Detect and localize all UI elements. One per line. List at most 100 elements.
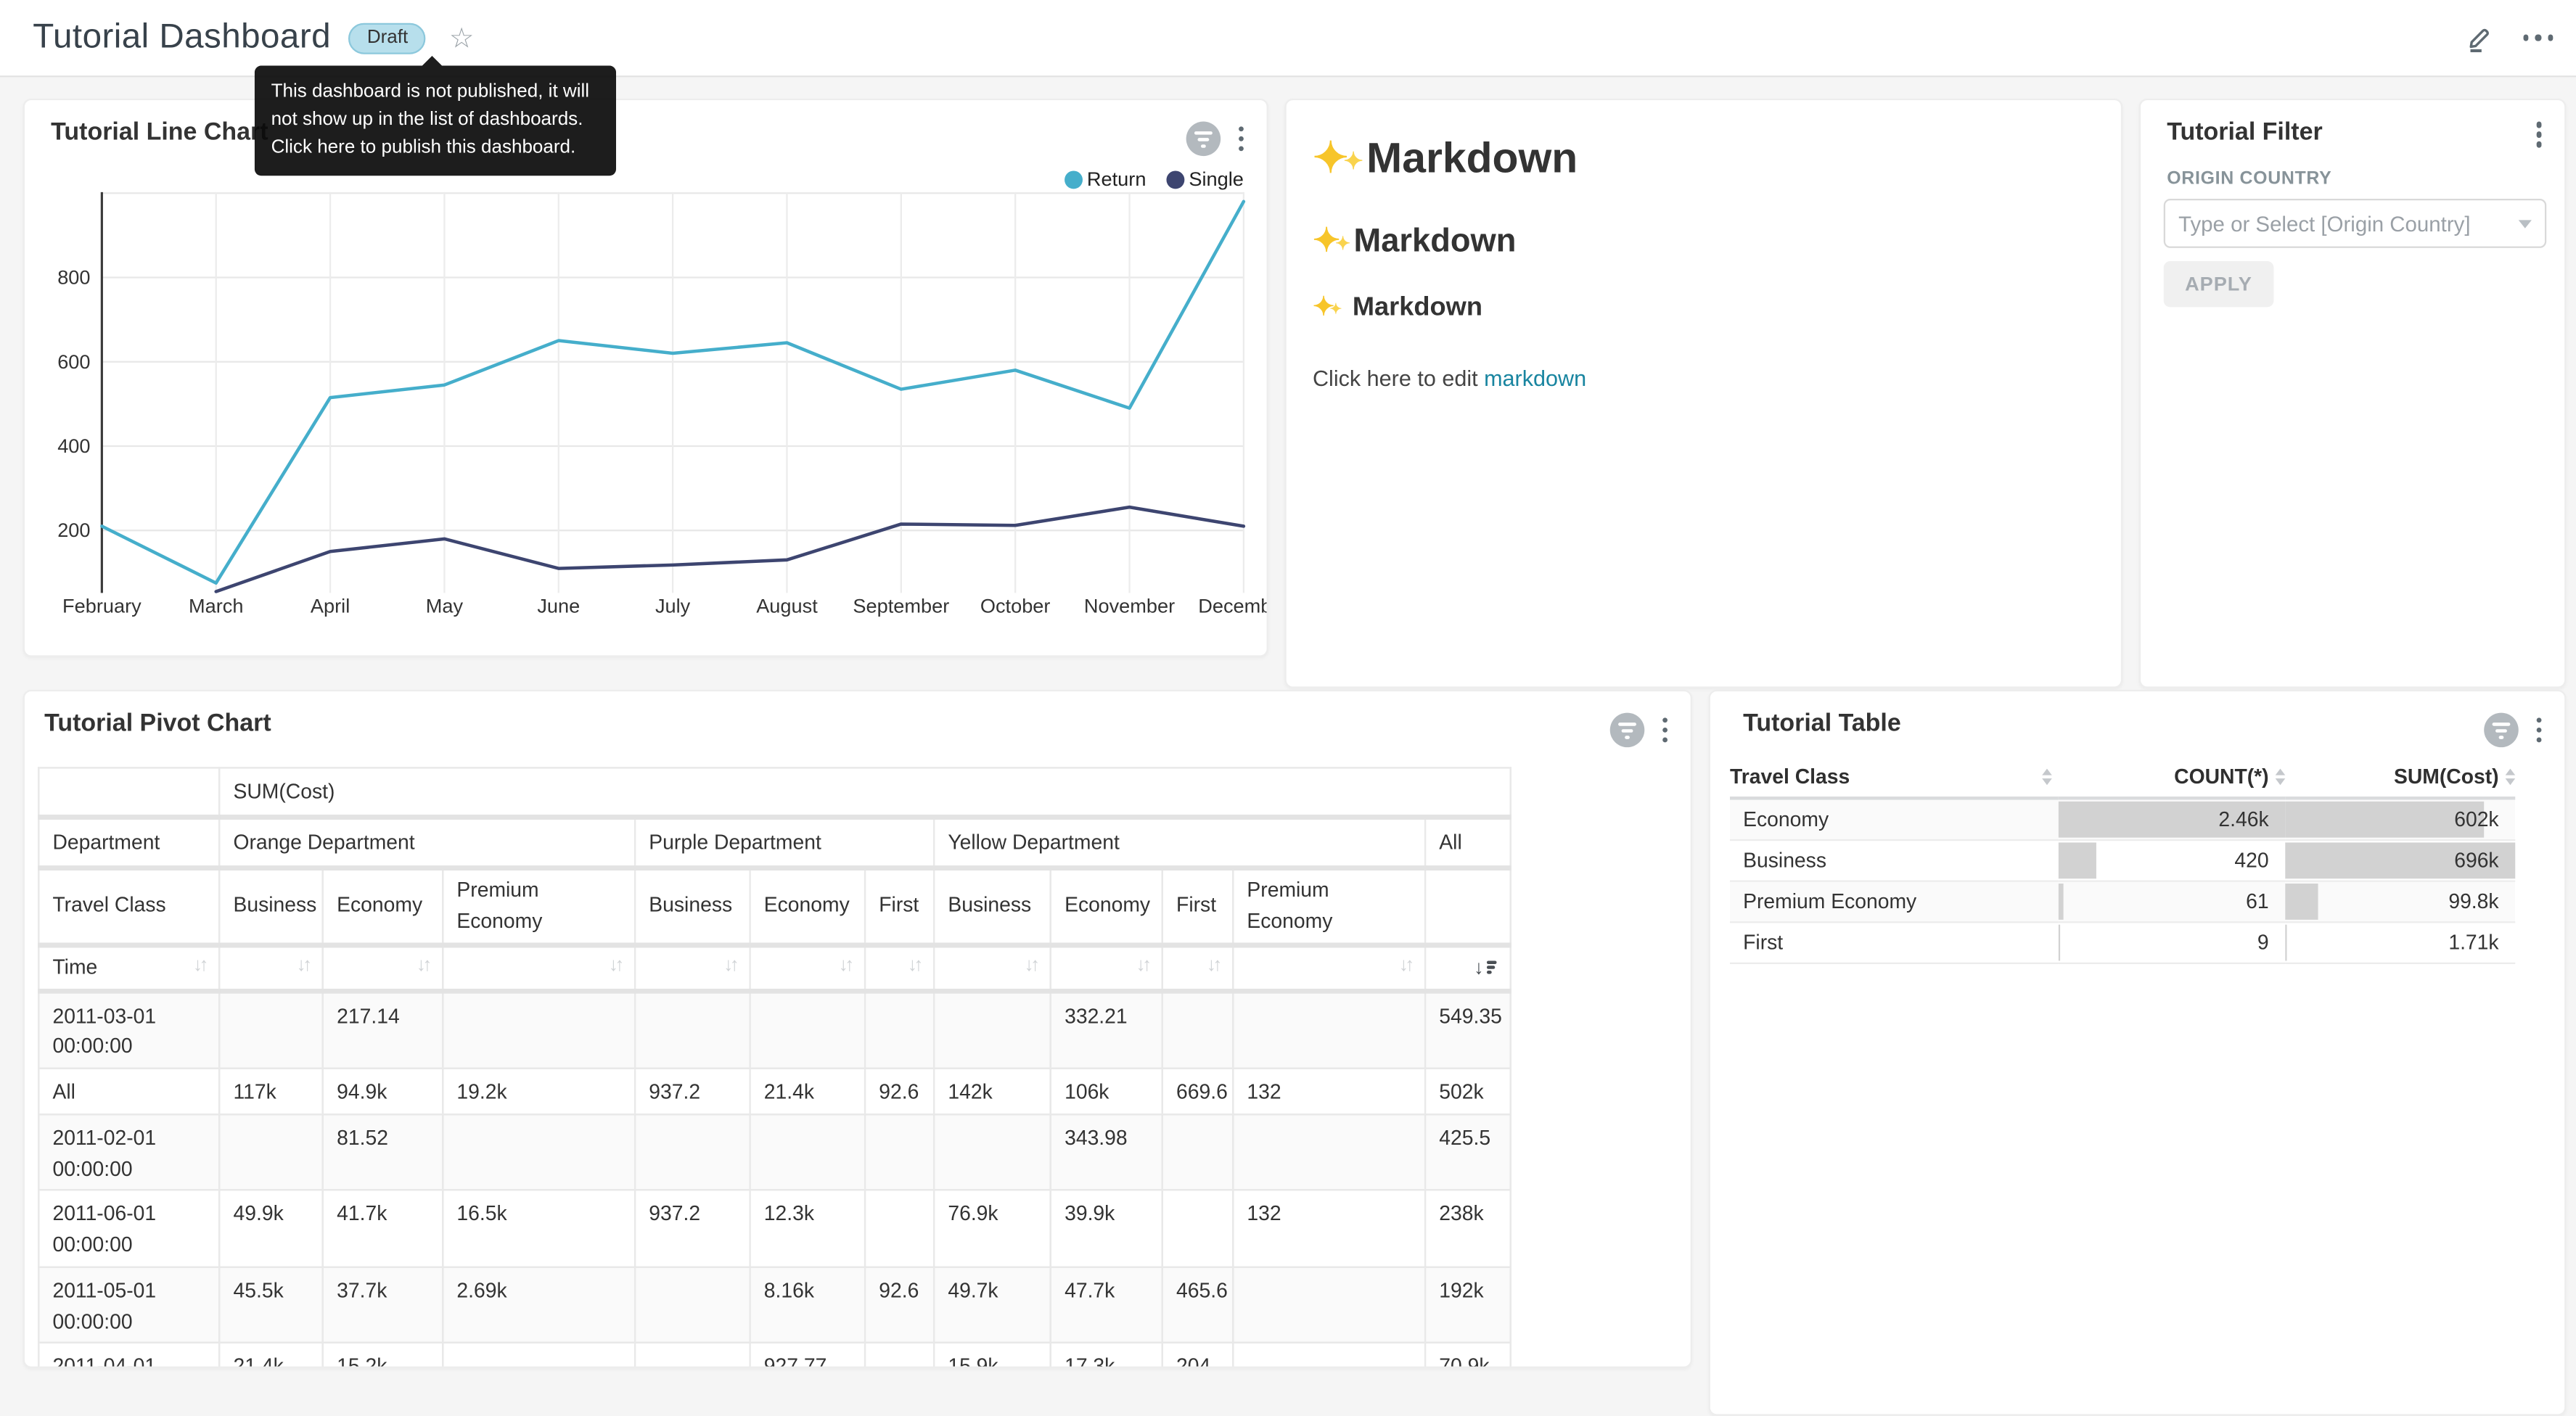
pivot-value-cell[interactable] xyxy=(443,1343,635,1368)
pivot-value-cell[interactable] xyxy=(1233,1343,1425,1368)
pivot-row-label[interactable]: All xyxy=(38,1069,219,1114)
pivot-value-cell[interactable]: 16.5k xyxy=(443,1190,635,1267)
pivot-class-header[interactable]: Economy xyxy=(323,868,443,944)
table-row[interactable]: First91.71k xyxy=(1730,922,2515,963)
status-badge[interactable]: Draft xyxy=(349,22,426,54)
pivot-value-cell[interactable]: 49.7k xyxy=(934,1267,1051,1343)
table-row[interactable]: Business420696k xyxy=(1730,840,2515,881)
edit-pencil-icon[interactable] xyxy=(2464,23,2493,53)
pivot-value-cell[interactable]: 192k xyxy=(1425,1267,1511,1343)
pivot-value-cell[interactable] xyxy=(219,1114,323,1190)
pivot-value-cell[interactable] xyxy=(934,1114,1051,1190)
pivot-value-cell[interactable]: 8.16k xyxy=(750,1267,865,1343)
pivot-value-cell[interactable]: 502k xyxy=(1425,1069,1511,1114)
pivot-value-cell[interactable]: 132 xyxy=(1233,1190,1425,1267)
pivot-row-label[interactable]: 2011-04-01 00:00:00 xyxy=(38,1343,219,1368)
markdown-edit-link[interactable]: markdown xyxy=(1484,366,1586,391)
pivot-class-header[interactable]: First xyxy=(865,868,934,944)
favorite-star-icon[interactable]: ☆ xyxy=(449,24,475,52)
pivot-value-cell[interactable] xyxy=(865,1343,934,1368)
origin-country-select[interactable]: Type or Select [Origin Country] xyxy=(2164,199,2547,248)
pivot-value-cell[interactable]: 21.4k xyxy=(219,1343,323,1368)
pivot-class-header[interactable]: Economy xyxy=(1051,868,1162,944)
pivot-value-cell[interactable]: 47.7k xyxy=(1051,1267,1162,1343)
sort-icon[interactable]: ↓↑ xyxy=(1025,953,1037,981)
pivot-row-label[interactable]: 2011-05-01 00:00:00 xyxy=(38,1267,219,1343)
pivot-value-cell[interactable]: 15.9k xyxy=(934,1343,1051,1368)
chart-menu-icon[interactable] xyxy=(1662,717,1668,743)
more-options-icon[interactable] xyxy=(2522,35,2553,41)
pivot-value-cell[interactable]: 332.21 xyxy=(1051,990,1162,1069)
pivot-row-label[interactable]: 2011-03-01 00:00:00 xyxy=(38,990,219,1069)
sort-icon[interactable]: ↓↑ xyxy=(297,953,309,981)
sort-desc-active-icon[interactable]: ↓ xyxy=(1474,958,1497,977)
pivot-value-cell[interactable] xyxy=(635,1114,750,1190)
pivot-class-header[interactable]: First xyxy=(1162,868,1233,944)
sort-icon[interactable]: ↓↑ xyxy=(609,953,621,981)
chart-menu-icon[interactable] xyxy=(1238,126,1244,152)
pivot-value-cell[interactable] xyxy=(1162,990,1233,1069)
pivot-value-cell[interactable] xyxy=(865,990,934,1069)
pivot-value-cell[interactable]: 927.77 xyxy=(750,1343,865,1368)
pivot-value-cell[interactable]: 132 xyxy=(1233,1069,1425,1114)
sort-caret-icon[interactable] xyxy=(2042,769,2052,786)
pivot-department-header[interactable]: Yellow Department xyxy=(934,817,1425,868)
pivot-value-cell[interactable]: 549.35 xyxy=(1425,990,1511,1069)
pivot-value-cell[interactable] xyxy=(865,1114,934,1190)
pivot-value-cell[interactable]: 70.9k xyxy=(1425,1343,1511,1368)
pivot-value-cell[interactable]: 106k xyxy=(1051,1069,1162,1114)
cross-filter-icon[interactable] xyxy=(1185,122,1220,157)
pivot-value-cell[interactable] xyxy=(443,990,635,1069)
pivot-department-header[interactable]: Purple Department xyxy=(635,817,934,868)
pivot-row-label[interactable]: 2011-02-01 00:00:00 xyxy=(38,1114,219,1190)
sort-icon[interactable]: ↓↑ xyxy=(1136,953,1149,981)
pivot-value-cell[interactable]: 117k xyxy=(219,1069,323,1114)
chart-legend[interactable]: Return Single xyxy=(1064,168,1244,191)
pivot-value-cell[interactable] xyxy=(1233,990,1425,1069)
sort-caret-icon[interactable] xyxy=(2276,769,2286,786)
pivot-row-label[interactable]: 2011-06-01 00:00:00 xyxy=(38,1190,219,1267)
table-row[interactable]: Premium Economy6199.8k xyxy=(1730,881,2515,923)
pivot-value-cell[interactable]: 12.3k xyxy=(750,1190,865,1267)
sort-icon[interactable]: ↓↑ xyxy=(417,953,429,981)
pivot-value-cell[interactable] xyxy=(865,1190,934,1267)
pivot-value-cell[interactable]: 21.4k xyxy=(750,1069,865,1114)
pivot-value-cell[interactable] xyxy=(934,990,1051,1069)
pivot-value-cell[interactable]: 41.7k xyxy=(323,1190,443,1267)
legend-item-return[interactable]: Return xyxy=(1064,168,1146,191)
pivot-value-cell[interactable]: 937.2 xyxy=(635,1190,750,1267)
pivot-class-header[interactable]: Business xyxy=(219,868,323,944)
pivot-value-cell[interactable] xyxy=(635,1267,750,1343)
pivot-value-cell[interactable]: 238k xyxy=(1425,1190,1511,1267)
pivot-value-cell[interactable]: 17.3k xyxy=(1051,1343,1162,1368)
pivot-value-cell[interactable]: 343.98 xyxy=(1051,1114,1162,1190)
pivot-value-cell[interactable]: 204 xyxy=(1162,1343,1233,1368)
table-row[interactable]: Economy2.46k602k xyxy=(1730,798,2515,840)
legend-item-single[interactable]: Single xyxy=(1166,168,1244,191)
pivot-value-cell[interactable] xyxy=(1233,1114,1425,1190)
pivot-value-cell[interactable]: 2.69k xyxy=(443,1267,635,1343)
pivot-value-cell[interactable]: 92.6 xyxy=(865,1069,934,1114)
column-header-count-[interactable]: COUNT(*) xyxy=(2059,757,2285,799)
pivot-value-cell[interactable]: 425.5 xyxy=(1425,1114,1511,1190)
pivot-class-header[interactable]: Premium Economy xyxy=(443,868,635,944)
pivot-class-header[interactable]: Economy xyxy=(750,868,865,944)
pivot-value-cell[interactable] xyxy=(635,990,750,1069)
sort-icon[interactable]: ↓↑ xyxy=(1207,953,1219,981)
pivot-value-cell[interactable]: 45.5k xyxy=(219,1267,323,1343)
pivot-value-cell[interactable]: 217.14 xyxy=(323,990,443,1069)
column-header-travel-class[interactable]: Travel Class xyxy=(1730,757,2059,799)
chart-menu-icon[interactable] xyxy=(2536,717,2542,743)
pivot-value-cell[interactable]: 39.9k xyxy=(1051,1190,1162,1267)
sort-icon[interactable]: ↓↑ xyxy=(1399,953,1411,981)
pivot-value-cell[interactable]: 669.6 xyxy=(1162,1069,1233,1114)
pivot-value-cell[interactable] xyxy=(750,1114,865,1190)
pivot-class-header[interactable]: Business xyxy=(635,868,750,944)
pivot-value-cell[interactable]: 81.52 xyxy=(323,1114,443,1190)
pivot-value-cell[interactable] xyxy=(1233,1267,1425,1343)
pivot-value-cell[interactable] xyxy=(1162,1190,1233,1267)
pivot-value-cell[interactable]: 142k xyxy=(934,1069,1051,1114)
filter-menu-icon[interactable] xyxy=(2536,122,2542,147)
pivot-value-cell[interactable] xyxy=(1162,1114,1233,1190)
sort-icon[interactable]: ↓↑ xyxy=(839,953,851,981)
